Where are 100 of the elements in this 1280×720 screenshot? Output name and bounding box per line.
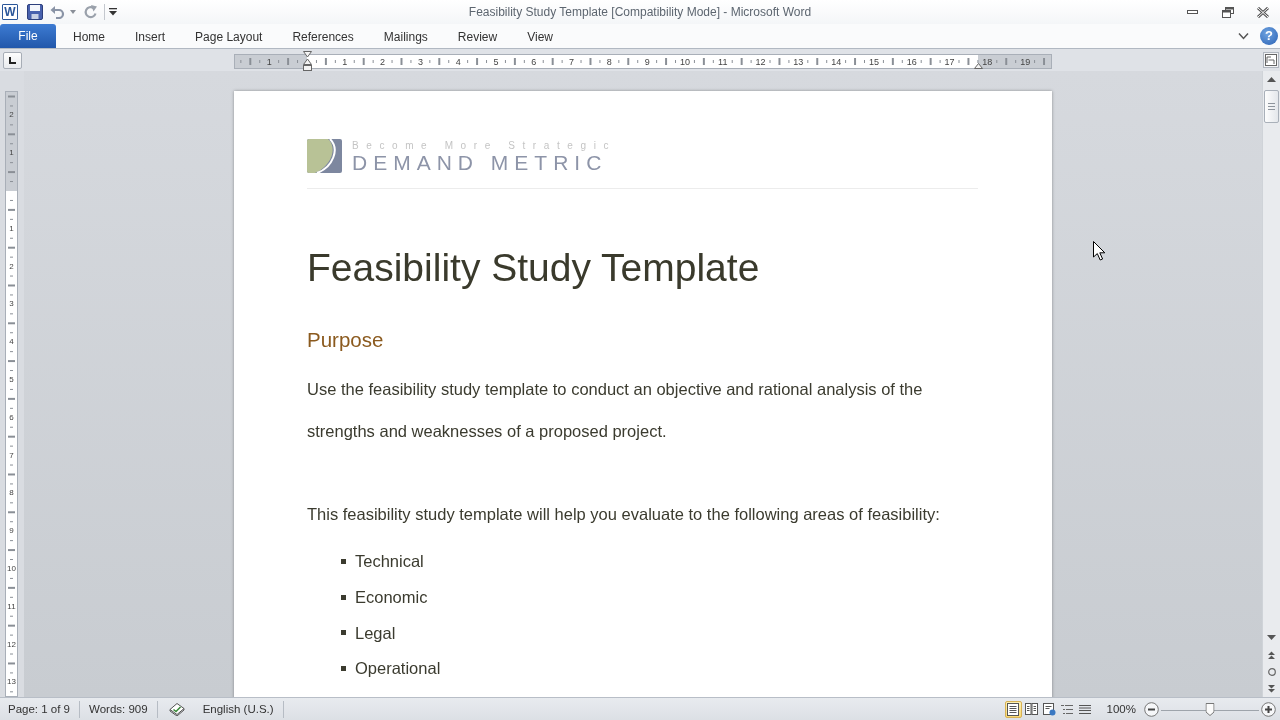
indent-marker-icon[interactable]: [302, 51, 312, 71]
cursor-icon: [1093, 241, 1106, 261]
page-globe-icon: [1042, 702, 1056, 716]
view-button[interactable]: [1022, 700, 1040, 718]
book-check-icon[interactable]: [168, 702, 185, 716]
page-icon: [1007, 702, 1020, 716]
list-item-text: Technical: [355, 551, 424, 572]
page-count[interactable]: Page: 1 of 9: [8, 703, 71, 715]
app-icon[interactable]: W: [2, 4, 18, 20]
ruler-number: 2: [380, 56, 386, 67]
outline-icon: [1061, 703, 1074, 715]
restore-icon[interactable]: [1221, 6, 1234, 18]
ruler-number: 10: [679, 56, 690, 67]
ruler-number: 4: [455, 56, 461, 67]
ruler-number: 2: [9, 110, 14, 121]
ruler-number: 1: [342, 56, 348, 67]
lines-icon: [1079, 703, 1092, 715]
vertical-ruler[interactable]: 2 1 1 2 3 4 5 6 7 8 9 10 11 12 13: [5, 91, 18, 697]
ruler-number: 3: [9, 299, 14, 310]
view-button[interactable]: [1004, 700, 1022, 718]
right-indent-marker-icon[interactable]: [973, 63, 983, 69]
save-icon[interactable]: [27, 4, 43, 20]
list-item-text: Operational: [355, 658, 441, 679]
ruler-icon: [1265, 54, 1277, 66]
logo-tagline: Become More Strategic: [352, 140, 617, 152]
ruler-number: 10: [7, 563, 16, 574]
logo-wordmark: DEMAND METRIC: [352, 152, 609, 174]
ruler-number: 6: [531, 56, 537, 67]
previous-page-icon[interactable]: [1268, 650, 1275, 659]
paragraph: Use the feasibility study template to conduct an objective and rational analysis of the strengths and weaknesses of a proposed project.: [307, 378, 924, 442]
slider-thumb[interactable]: [1205, 702, 1215, 716]
paragraph: This feasibility study template will help you evaluate to the following areas of feasibility:: [307, 503, 941, 525]
ruler-number: 1: [9, 223, 14, 234]
next-page-icon[interactable]: [1268, 684, 1275, 693]
ribbon-tab[interactable]: Page Layout: [180, 24, 278, 48]
ruler-number: 1: [266, 56, 272, 67]
ruler-number: 13: [7, 677, 16, 688]
undo-icon[interactable]: [50, 5, 65, 19]
bullet-icon: [341, 558, 346, 564]
horizontal-ruler[interactable]: 1 1 2 3 4 5 6 7 8 9 10 11 12 13 14 15 16 17 18 19: [234, 54, 1052, 69]
list-item-text: Legal: [355, 622, 396, 643]
window-title: Feasibility Study Template [Compatibility Mode] - Microsoft Word: [468, 5, 812, 19]
ribbon-tab[interactable]: Review: [442, 24, 513, 48]
bullet-icon: [341, 630, 346, 636]
ruler-number: 8: [606, 56, 612, 67]
view-ruler-button[interactable]: [1263, 52, 1279, 68]
language[interactable]: English (U.S.): [202, 703, 274, 715]
scroll-thumb[interactable]: [1264, 90, 1279, 123]
bullet-icon: [341, 665, 346, 671]
bullet-icon: [341, 594, 346, 600]
ruler-number: 12: [755, 56, 766, 67]
ruler-number: 4: [9, 337, 14, 348]
customize-caret-icon[interactable]: [109, 8, 117, 16]
ruler-number: 13: [793, 56, 804, 67]
ruler-number: 5: [9, 374, 14, 385]
section-heading: Purpose: [307, 327, 385, 352]
ruler-number: 7: [9, 450, 14, 461]
ruler-number: 14: [831, 56, 842, 67]
ruler-number: 11: [718, 56, 728, 67]
ruler-number: 9: [644, 56, 650, 67]
ruler-number: 7: [569, 56, 575, 67]
minimize-icon[interactable]: [1187, 10, 1198, 14]
ribbon-tab[interactable]: Insert: [120, 24, 181, 48]
ribbon-tab[interactable]: View: [512, 24, 568, 48]
tab-stop-icon: [8, 57, 16, 64]
ruler-number: 17: [944, 56, 955, 67]
ruler-number: 8: [9, 488, 14, 499]
ruler-number: 18: [982, 56, 993, 67]
document-title: Feasibility Study Template: [307, 245, 761, 291]
ruler-number: 11: [7, 601, 16, 612]
chevron-down-icon[interactable]: [1238, 32, 1249, 40]
ruler-number: 6: [9, 412, 14, 423]
open-book-icon: [1024, 703, 1038, 715]
ruler-number: 2: [9, 261, 14, 272]
ribbon-tab[interactable]: Home: [58, 24, 120, 48]
ruler-number: 9: [9, 526, 14, 537]
list-item-text: Economic: [355, 587, 428, 608]
file-tab[interactable]: File: [0, 24, 56, 48]
ruler-number: 3: [417, 56, 423, 67]
zoom-in-icon[interactable]: [1261, 701, 1276, 717]
ruler-number: 16: [906, 56, 917, 67]
ruler-number: 12: [7, 639, 16, 650]
ruler-number: 19: [1020, 56, 1031, 67]
zoom-out-icon[interactable]: [1144, 701, 1159, 717]
ruler-number: 5: [493, 56, 499, 67]
redo-icon[interactable]: [84, 5, 98, 19]
logo-icon: [307, 139, 342, 173]
scroll-up-icon[interactable]: [1267, 77, 1276, 82]
view-button[interactable]: [1040, 700, 1058, 718]
caret-icon[interactable]: [70, 10, 76, 14]
scroll-down-icon[interactable]: [1267, 635, 1276, 640]
ribbon-tab[interactable]: References: [277, 24, 369, 48]
ruler-number: 1: [9, 148, 14, 159]
word-count[interactable]: Words: 909: [89, 703, 148, 715]
zoom-level[interactable]: 100%: [1106, 703, 1136, 715]
ruler-number: 15: [868, 56, 879, 67]
tab-selector-button[interactable]: [2, 52, 22, 69]
ribbon-tab[interactable]: Mailings: [368, 24, 443, 48]
browse-object-icon[interactable]: [1267, 667, 1276, 676]
close-icon[interactable]: [1256, 6, 1269, 18]
